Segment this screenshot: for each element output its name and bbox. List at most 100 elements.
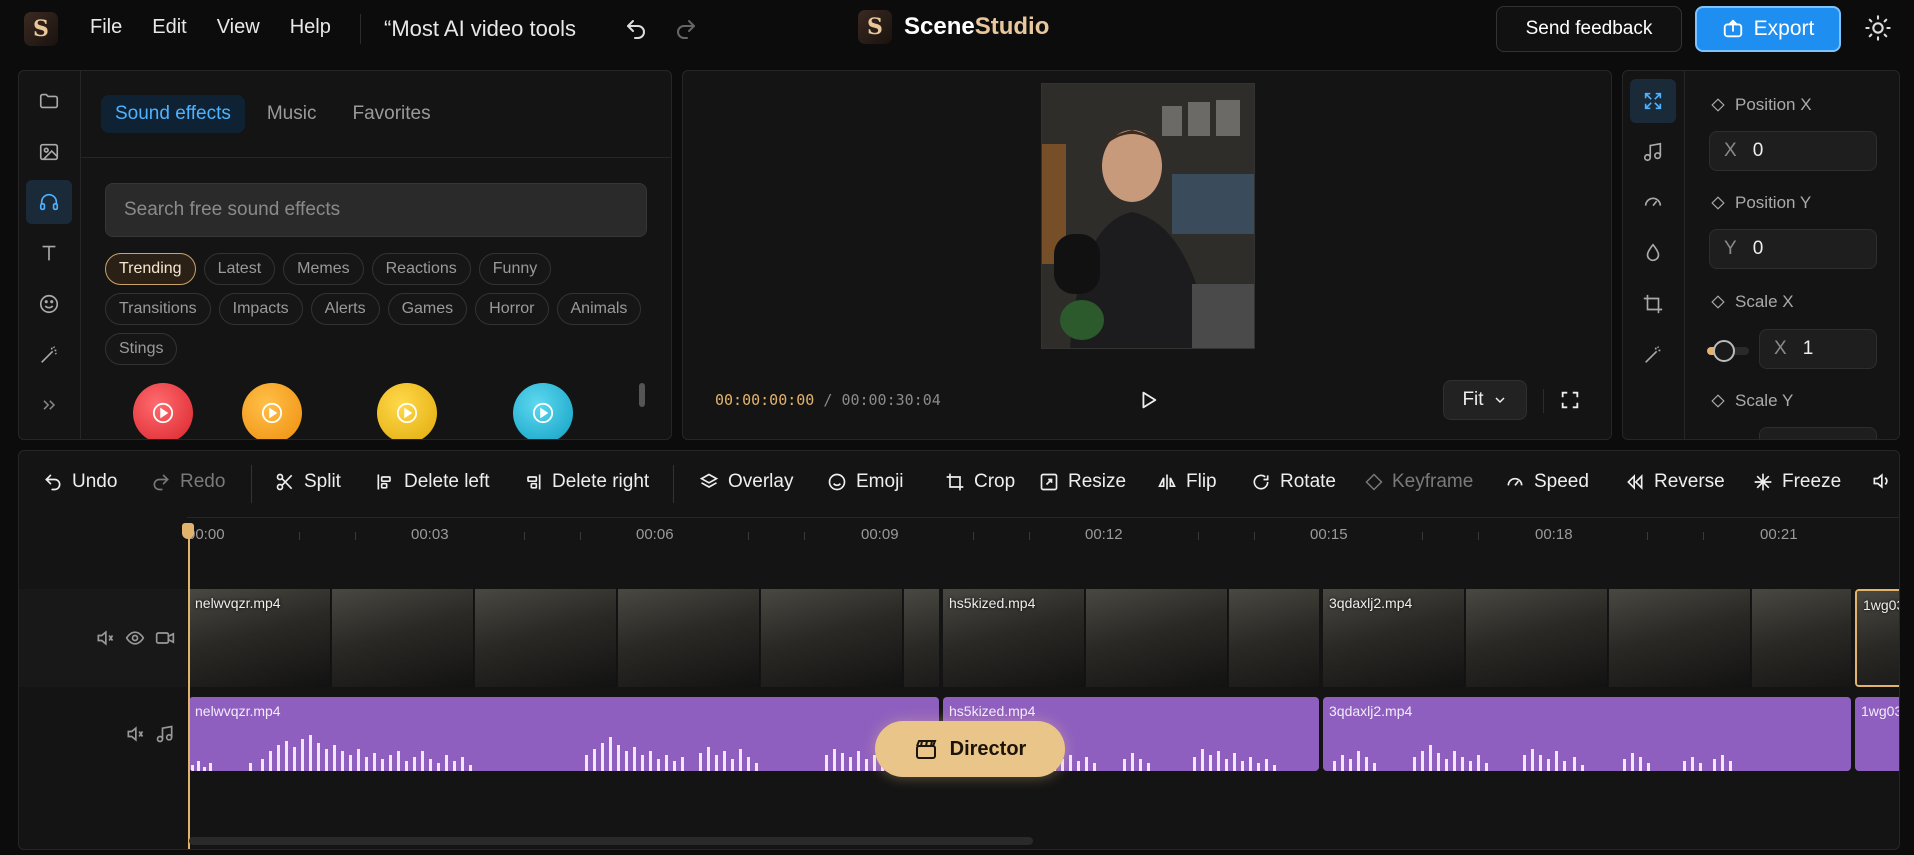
- keyframe-button[interactable]: Keyframe: [1365, 471, 1473, 493]
- play-button[interactable]: [1137, 389, 1159, 411]
- speaker-icon[interactable]: [95, 628, 115, 648]
- speed-dial-icon[interactable]: [1630, 180, 1676, 224]
- speaker-icon: [1873, 473, 1888, 489]
- tab-music[interactable]: Music: [253, 95, 331, 133]
- zoom-fit-dropdown[interactable]: Fit: [1443, 380, 1527, 420]
- rotate-button[interactable]: Rotate: [1251, 471, 1336, 493]
- director-button[interactable]: Director: [875, 721, 1065, 777]
- video-clip[interactable]: 3qdaxlj2.mp4: [1323, 589, 1853, 687]
- tab-sound-effects[interactable]: Sound effects: [101, 95, 245, 133]
- keyframe-diamond-icon[interactable]: [1711, 196, 1725, 210]
- fullscreen-icon[interactable]: [1559, 389, 1581, 411]
- emoji-icon[interactable]: [26, 282, 72, 326]
- video-clip[interactable]: 1wg03: [1855, 589, 1899, 687]
- music-note-icon[interactable]: [1630, 130, 1676, 174]
- keyframe-diamond-icon[interactable]: [1711, 295, 1725, 309]
- menu-file[interactable]: File: [90, 16, 122, 39]
- crop-button[interactable]: Crop: [945, 471, 1015, 493]
- undo-icon[interactable]: [622, 15, 650, 43]
- eye-icon[interactable]: [125, 628, 145, 648]
- sun-icon[interactable]: [1864, 14, 1892, 42]
- drop-icon[interactable]: [1630, 231, 1676, 275]
- play-icon: [396, 402, 418, 424]
- resize-icon: [1040, 473, 1058, 491]
- tab-favorites[interactable]: Favorites: [338, 95, 444, 133]
- delete-right-button[interactable]: Delete right: [523, 471, 649, 493]
- audio-clip[interactable]: nelwvqzr.mp4: [189, 697, 939, 771]
- magic-wand-icon[interactable]: [26, 333, 72, 377]
- time-display: 00:00:00:00 / 00:00:30:04: [715, 391, 941, 409]
- expand-icon[interactable]: [26, 383, 72, 427]
- chip-trending[interactable]: Trending: [105, 253, 196, 285]
- current-time: 00:00:00:00: [715, 391, 815, 409]
- text-icon[interactable]: [26, 231, 72, 275]
- position-x-field[interactable]: X 0: [1709, 131, 1877, 171]
- menu-view[interactable]: View: [217, 16, 260, 39]
- chip-horror[interactable]: Horror: [475, 293, 549, 325]
- video-preview[interactable]: [1041, 83, 1255, 349]
- redo-icon[interactable]: [672, 15, 700, 43]
- chip-reactions[interactable]: Reactions: [371, 253, 471, 285]
- audio-clip[interactable]: 1wg03: [1855, 697, 1899, 771]
- delete-left-button[interactable]: Delete left: [375, 471, 490, 493]
- sfx-play-button[interactable]: [133, 383, 193, 439]
- video-clip[interactable]: hs5kized.mp4: [943, 589, 1321, 687]
- sfx-play-button[interactable]: [513, 383, 573, 439]
- headphones-icon[interactable]: [26, 180, 72, 224]
- chip-transitions[interactable]: Transitions: [105, 293, 211, 325]
- fit-icon[interactable]: [1630, 79, 1676, 123]
- delete-right-icon: [527, 474, 541, 490]
- speed-button[interactable]: Speed: [1505, 471, 1589, 493]
- menu-help[interactable]: Help: [290, 16, 331, 39]
- scale-y-field[interactable]: [1759, 427, 1877, 439]
- chip-alerts[interactable]: Alerts: [310, 293, 380, 325]
- playhead[interactable]: [188, 523, 190, 849]
- camera-icon[interactable]: [155, 628, 175, 648]
- chip-latest[interactable]: Latest: [203, 253, 276, 285]
- split-button[interactable]: Split: [275, 471, 341, 493]
- redo-button[interactable]: Redo: [151, 471, 225, 493]
- scale-slider[interactable]: [1707, 340, 1749, 362]
- resize-button[interactable]: Resize: [1039, 471, 1126, 493]
- send-feedback-button[interactable]: Send feedback: [1496, 6, 1682, 52]
- sound-search-input[interactable]: [105, 183, 647, 237]
- scrollbar[interactable]: [639, 383, 645, 407]
- horizontal-scrollbar[interactable]: [189, 837, 1033, 845]
- emoji-button[interactable]: Emoji: [827, 471, 904, 493]
- timeline-ruler[interactable]: 00:00 00:03 00:06 00:09 00:12 00:15 00:1…: [187, 517, 1899, 557]
- folder-icon[interactable]: [26, 79, 72, 123]
- image-icon[interactable]: [26, 130, 72, 174]
- menu-edit[interactable]: Edit: [152, 16, 186, 39]
- document-title[interactable]: “Most AI video tools: [384, 16, 576, 42]
- scale-x-field[interactable]: X 1: [1759, 329, 1877, 369]
- magic-wand-icon[interactable]: [1630, 333, 1676, 377]
- keyframe-diamond-icon[interactable]: [1711, 98, 1725, 112]
- export-button[interactable]: Export: [1695, 6, 1841, 52]
- audio-clip[interactable]: 3qdaxlj2.mp4: [1323, 697, 1851, 771]
- flip-button[interactable]: Flip: [1157, 471, 1217, 493]
- playhead-handle[interactable]: [182, 523, 194, 539]
- keyframe-diamond-icon[interactable]: [1711, 394, 1725, 408]
- brand-mark: S: [858, 10, 892, 44]
- volume-button[interactable]: [1871, 471, 1891, 491]
- waveform: [1333, 745, 1732, 771]
- chip-animals[interactable]: Animals: [556, 293, 642, 325]
- position-y-field[interactable]: Y 0: [1709, 229, 1877, 269]
- undo-button[interactable]: Undo: [43, 471, 117, 493]
- freeze-button[interactable]: Freeze: [1753, 471, 1841, 493]
- crop-icon[interactable]: [1630, 282, 1676, 326]
- reverse-button[interactable]: Reverse: [1625, 471, 1725, 493]
- chip-memes[interactable]: Memes: [283, 253, 364, 285]
- chip-stings[interactable]: Stings: [105, 333, 178, 365]
- app-logo[interactable]: S: [24, 12, 58, 46]
- slider-handle[interactable]: [1713, 340, 1735, 362]
- chip-impacts[interactable]: Impacts: [218, 293, 303, 325]
- sfx-play-button[interactable]: [377, 383, 437, 439]
- sfx-play-button[interactable]: [242, 383, 302, 439]
- overlay-button[interactable]: Overlay: [699, 471, 793, 493]
- video-clip[interactable]: nelwvqzr.mp4: [189, 589, 941, 687]
- chip-games[interactable]: Games: [387, 293, 468, 325]
- speaker-icon[interactable]: [125, 724, 145, 744]
- music-note-icon[interactable]: [155, 724, 175, 744]
- chip-funny[interactable]: Funny: [478, 253, 552, 285]
